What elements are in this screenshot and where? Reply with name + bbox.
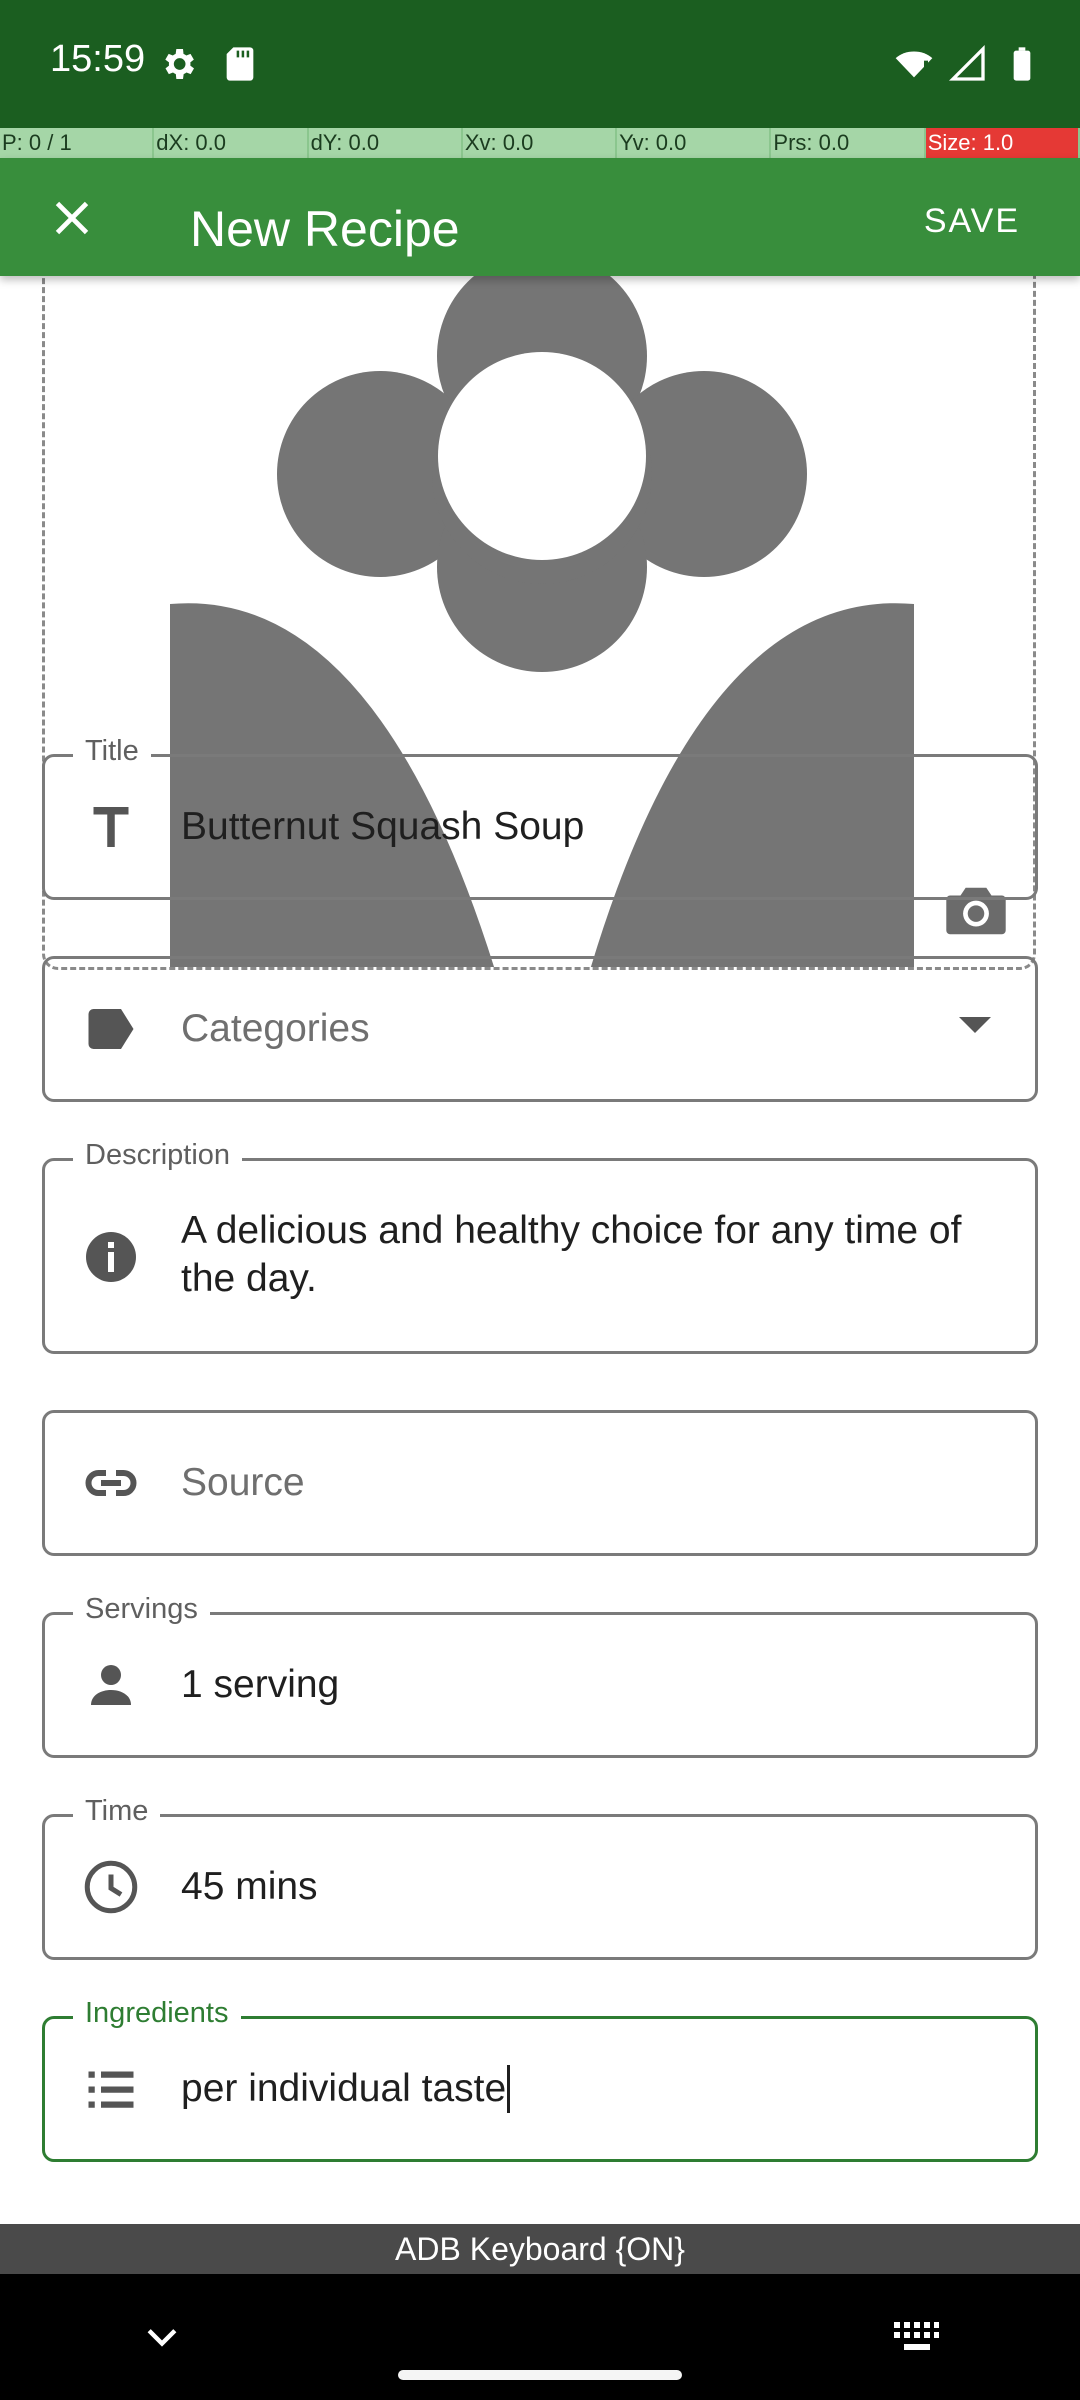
categories-dropdown[interactable]: Categories <box>42 956 1038 1102</box>
ingredients-field[interactable]: Ingredients per individual taste <box>42 1997 1038 2162</box>
servings-label: Servings <box>73 1593 210 1626</box>
label-tag-icon <box>88 1009 134 1049</box>
time-label: Time <box>73 1795 161 1828</box>
pointer-debug-bar: P: 0 / 1 dX: 0.0 dY: 0.0 Xv: 0.0 Yv: 0.0… <box>0 128 1080 158</box>
chevron-down-icon[interactable] <box>140 2316 184 2360</box>
wifi-icon <box>895 51 933 78</box>
debug-pressure: Prs: 0.0 <box>771 128 926 158</box>
source-input[interactable]: Source <box>181 1459 995 1507</box>
time-field[interactable]: Time 45 mins <box>42 1795 1038 1960</box>
home-handle[interactable] <box>398 2370 682 2380</box>
title-input[interactable]: Butternut Squash Soup <box>181 803 995 851</box>
list-icon <box>88 2071 134 2108</box>
debug-yv: Yv: 0.0 <box>617 128 772 158</box>
debug-dx: dX: 0.0 <box>154 128 309 158</box>
ingredients-label: Ingredients <box>73 1997 241 2030</box>
keyboard-indicator: ADB Keyboard {ON} <box>0 2224 1080 2274</box>
battery-icon <box>1013 47 1031 81</box>
chevron-down-icon[interactable] <box>959 1017 991 1033</box>
info-icon <box>86 1232 136 1282</box>
save-button[interactable]: SAVE <box>924 202 1020 241</box>
close-button[interactable] <box>36 182 108 254</box>
status-bar: 15:59 <box>0 0 1080 128</box>
page-title: New Recipe <box>190 201 460 257</box>
source-field[interactable]: Source <box>42 1410 1038 1556</box>
recipe-form[interactable]: Title Butternut Squash Soup Categories D… <box>0 276 1080 2224</box>
person-icon <box>91 1665 131 1705</box>
keyboard-icon[interactable] <box>892 2318 940 2358</box>
debug-xv: Xv: 0.0 <box>462 128 618 158</box>
title-text-icon <box>93 807 129 847</box>
servings-input[interactable]: 1 serving <box>181 1661 995 1709</box>
servings-field[interactable]: Servings 1 serving <box>42 1593 1038 1758</box>
sd-card-icon <box>226 47 254 81</box>
signal-icon <box>948 44 985 81</box>
navigation-bar <box>0 2274 1080 2400</box>
link-icon <box>85 1470 137 1496</box>
ingredients-input-wrapper[interactable]: per individual taste <box>181 2065 995 2113</box>
debug-dy: dY: 0.0 <box>308 128 463 158</box>
text-cursor <box>507 2065 511 2113</box>
time-input[interactable]: 45 mins <box>181 1863 995 1911</box>
categories-placeholder: Categories <box>181 1007 370 1050</box>
close-icon <box>55 201 89 235</box>
debug-size: Size: 1.0 <box>925 128 1080 158</box>
title-label: Title <box>73 735 151 768</box>
settings-icon <box>165 49 194 79</box>
description-label: Description <box>73 1139 243 1172</box>
description-input[interactable]: A delicious and healthy choice for any t… <box>181 1207 995 1303</box>
description-field[interactable]: Description A delicious and healthy choi… <box>42 1139 1038 1354</box>
app-bar: New Recipe SAVE <box>0 158 1080 276</box>
ingredients-input[interactable]: per individual taste <box>181 2067 506 2110</box>
debug-pointer-count: P: 0 / 1 <box>0 128 155 158</box>
title-field[interactable]: Title Butternut Squash Soup <box>42 735 1038 900</box>
clock-icon <box>84 1860 138 1914</box>
status-time: 15:59 <box>50 38 146 80</box>
